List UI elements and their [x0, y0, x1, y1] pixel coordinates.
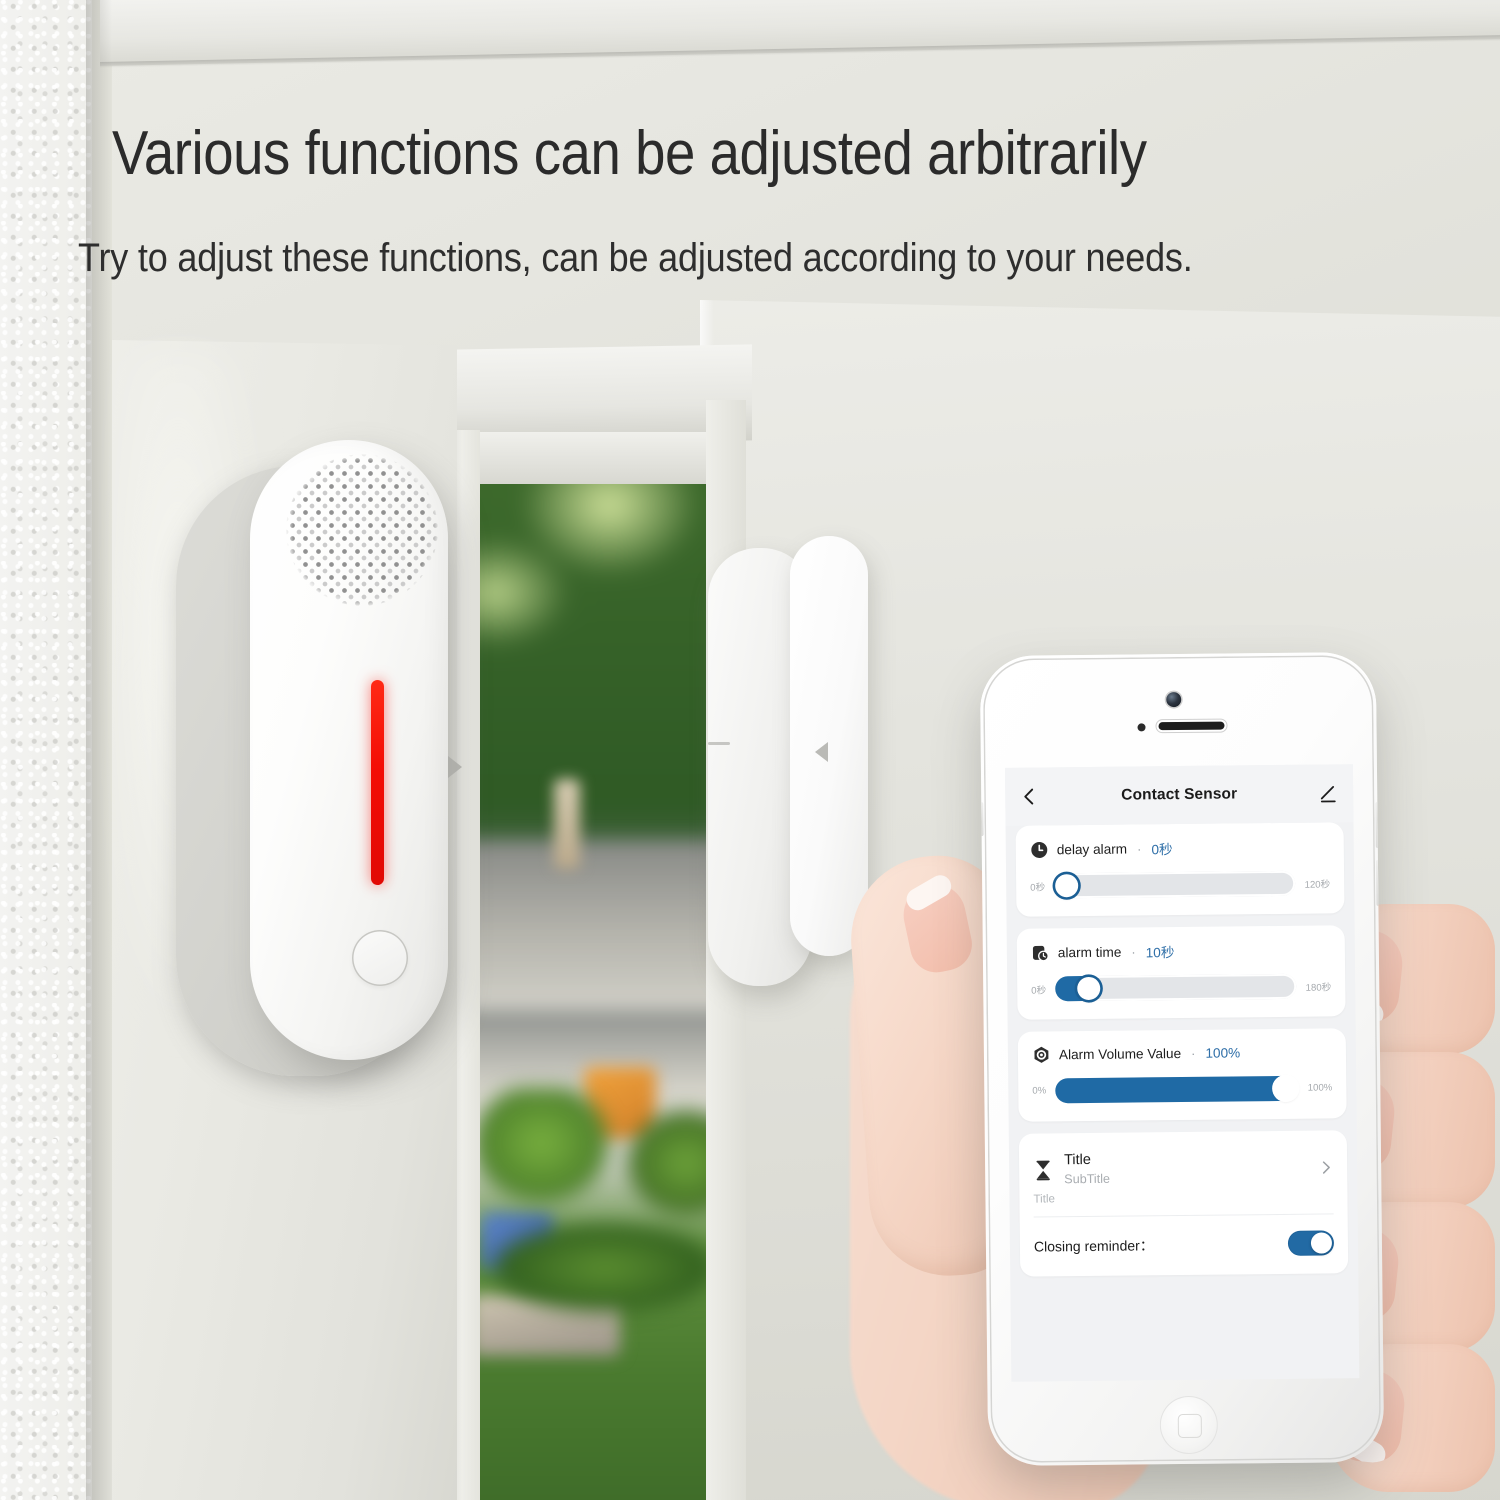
closing-reminder-label: Closing reminder：: [1033, 1236, 1154, 1255]
setting-card-delay-alarm[interactable]: delay alarm · 0秒 0秒 120秒: [1015, 822, 1345, 917]
toggle-knob: [1310, 1232, 1333, 1254]
setting-card-alarm-volume[interactable]: Alarm Volume Value · 100% 0% 100%: [1017, 1028, 1347, 1122]
slider-alarm-time[interactable]: 0秒 180秒: [1031, 973, 1332, 1002]
volume-gear-icon: [1034, 1046, 1049, 1063]
setting-label: Alarm Volume Value: [1058, 1046, 1182, 1063]
promo-image: Contact Sensor delay alarm · 0秒 0秒 120秒 …: [0, 0, 1500, 1500]
proximity-sensor-icon: [1137, 723, 1146, 732]
garden-umbrella: [554, 779, 581, 869]
speaker-grille-icon: [286, 454, 438, 606]
door-header-beam: [432, 344, 752, 446]
device-button-icon: [352, 930, 408, 986]
slider-min-label: 0秒: [1031, 984, 1047, 997]
phone-screen: Contact Sensor delay alarm · 0秒 0秒 120秒 …: [1004, 764, 1360, 1382]
detail-title: Title: [1063, 1151, 1091, 1169]
setting-value: 10秒: [1145, 945, 1175, 961]
setting-label: alarm time: [1057, 944, 1122, 960]
slider-max-label: 120秒: [1304, 878, 1331, 891]
setting-value: 100%: [1205, 1045, 1241, 1061]
front-camera-icon: [1166, 691, 1182, 708]
slider-fill: [1055, 1075, 1299, 1104]
stucco-wall-texture: [0, 0, 92, 1500]
setting-label: delay alarm: [1056, 841, 1128, 857]
sensor-seam-notch: [708, 742, 730, 745]
slider-track[interactable]: [1053, 870, 1296, 899]
thumbnail: [897, 878, 977, 978]
slider-max-label: 180秒: [1305, 981, 1332, 994]
detail-card: Title SubTitle Title Closing reminder：: [1018, 1130, 1349, 1277]
slider-alarm-volume[interactable]: 0% 100%: [1032, 1075, 1333, 1104]
clock-circle-icon: [1031, 841, 1048, 858]
setting-value: 0秒: [1151, 842, 1173, 858]
setting-header: alarm time · 10秒: [1031, 939, 1331, 962]
promo-subheadline: Try to adjust these functions, can be ad…: [78, 236, 1193, 280]
slider-max-label: 100%: [1307, 1082, 1333, 1094]
separator: ·: [1136, 840, 1142, 856]
closing-reminder-toggle[interactable]: [1287, 1230, 1335, 1257]
garden-patio: [470, 840, 718, 1011]
red-led-indicator: [371, 680, 384, 885]
title-input[interactable]: Title: [1033, 1187, 1334, 1218]
setting-header: delay alarm · 0秒: [1030, 836, 1330, 859]
pencil-edit-icon[interactable]: [1317, 782, 1339, 804]
detail-texts: Title SubTitle: [1064, 1149, 1308, 1189]
smartphone-device: Contact Sensor delay alarm · 0秒 0秒 120秒 …: [979, 651, 1385, 1467]
hourglass-icon: [1036, 1160, 1050, 1180]
detail-subtitle: SubTitle: [1064, 1171, 1111, 1187]
home-button-square: [1177, 1413, 1202, 1439]
home-button-icon[interactable]: [1159, 1395, 1219, 1455]
slider-min-label: 0秒: [1030, 881, 1046, 894]
slider-delay-alarm[interactable]: 0秒 120秒: [1030, 870, 1331, 899]
chevron-right-icon: [1322, 1160, 1330, 1174]
alignment-arrow-right-icon: [448, 756, 462, 778]
detail-row[interactable]: Title SubTitle: [1033, 1144, 1333, 1190]
alignment-arrow-left-icon: [815, 742, 828, 762]
app-navbar: Contact Sensor: [1004, 764, 1354, 826]
page-title: Contact Sensor: [1121, 785, 1238, 804]
separator: ·: [1131, 943, 1136, 960]
promo-headline: Various functions can be adjusted arbitr…: [112, 119, 1147, 188]
setting-header: Alarm Volume Value · 100%: [1032, 1042, 1332, 1064]
alarm-clock-icon: [1032, 945, 1049, 961]
slider-knob[interactable]: [1054, 874, 1079, 898]
slider-track[interactable]: [1055, 973, 1297, 1002]
settings-list: delay alarm · 0秒 0秒 120秒 alarm time · 10…: [1006, 822, 1359, 1277]
separator: ·: [1191, 1045, 1196, 1061]
garden-hedge: [470, 1088, 718, 1338]
setting-card-alarm-time[interactable]: alarm time · 10秒 0秒 180秒: [1016, 925, 1346, 1020]
garden-view-through-doorway: [470, 470, 718, 1500]
closing-reminder-row[interactable]: Closing reminder：: [1033, 1219, 1335, 1263]
chevron-left-icon[interactable]: [1019, 786, 1039, 806]
wall-corner-shadow: [86, 0, 112, 1500]
slider-knob[interactable]: [1076, 976, 1101, 1001]
earpiece-speaker-icon: [1158, 721, 1225, 731]
door-jamb-top: [440, 432, 746, 484]
slider-min-label: 0%: [1032, 1085, 1047, 1097]
slider-track[interactable]: [1055, 1075, 1299, 1104]
